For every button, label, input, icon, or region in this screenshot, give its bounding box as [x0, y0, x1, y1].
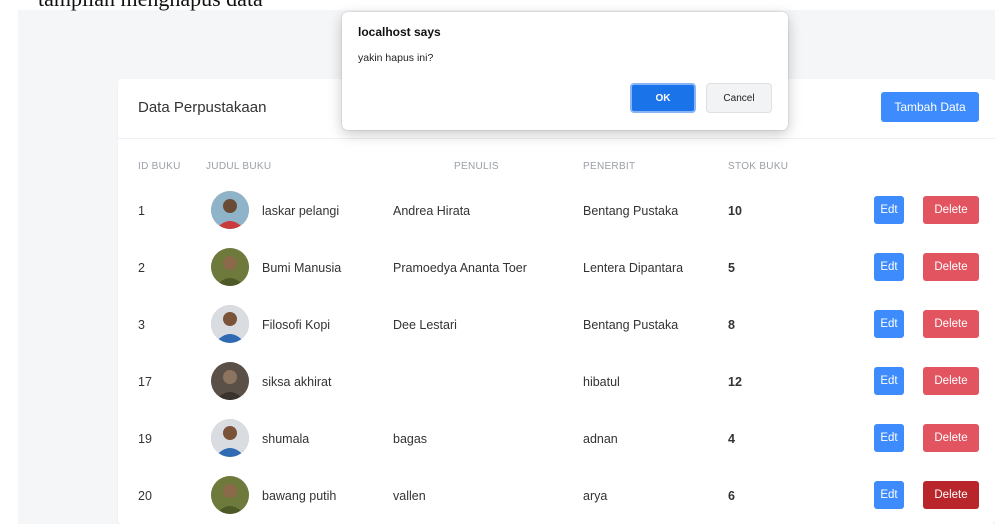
cell-penulis: Pramoedya Ananta Toer	[393, 261, 527, 275]
table-header: ID BUKU JUDUL BUKU PENULIS PENERBIT STOK…	[118, 151, 818, 183]
table-row: 3 Filosofi Kopi Dee Lestari Bentang Pustaka…	[118, 297, 995, 354]
cell-judul-buku: Filosofi Kopi	[262, 318, 331, 332]
table-row: 2 Bumi Manusia Pramoedya Ananta Toer Lenter…	[118, 240, 995, 297]
card-title: Data Perpustakaan	[138, 99, 267, 116]
book-avatar-image	[211, 248, 249, 286]
delete-button[interactable]: Delete	[923, 367, 979, 395]
cell-stok-buku: 5	[728, 261, 735, 275]
edit-button[interactable]: Edt	[874, 196, 904, 224]
cell-stok-buku: 6	[728, 489, 735, 503]
cell-judul-buku: laskar pelangi	[262, 204, 340, 218]
cell-penerbit: adnan	[583, 432, 618, 446]
cell-penerbit: Bentang Pustaka	[583, 204, 679, 218]
cell-judul-buku: Bumi Manusia	[262, 261, 342, 275]
delete-button[interactable]: Delete	[923, 424, 979, 452]
dialog-message: yakin hapus ini?	[358, 52, 434, 64]
add-data-button[interactable]: Tambah Data	[881, 92, 979, 122]
table-row: 20 bawang putih vallen arya 6 Edt Delete	[118, 468, 995, 524]
header-stok-buku: STOK BUKU	[728, 161, 789, 172]
cell-id-buku: 17	[138, 375, 152, 389]
edit-button[interactable]: Edt	[874, 310, 904, 338]
delete-button[interactable]: Delete	[923, 481, 979, 509]
header-judul-buku: JUDUL BUKU	[206, 161, 272, 172]
cell-penerbit: arya	[583, 489, 608, 503]
edit-button[interactable]: Edt	[874, 367, 904, 395]
cell-id-buku: 1	[138, 204, 145, 218]
cell-id-buku: 19	[138, 432, 152, 446]
cell-judul-buku: bawang putih	[262, 489, 337, 503]
image-caption: tampilan menghapus data	[38, 0, 263, 12]
table-row: 1 laskar pelangi Andrea Hirata Bentang Pust…	[118, 183, 995, 240]
book-avatar-image	[211, 419, 249, 457]
table-row: 19 shumala bagas adnan 4 Edt Delete	[118, 411, 995, 468]
delete-button[interactable]: Delete	[923, 310, 979, 338]
cell-penulis: Andrea Hirata	[393, 204, 471, 218]
book-avatar-image	[211, 305, 249, 343]
cell-stok-buku: 8	[728, 318, 735, 332]
header-penulis: PENULIS	[454, 161, 499, 172]
cell-stok-buku: 10	[728, 204, 742, 218]
cell-stok-buku: 12	[728, 375, 742, 389]
book-avatar-image	[211, 191, 249, 229]
cell-penulis: bagas	[393, 432, 428, 446]
cell-id-buku: 2	[138, 261, 145, 275]
cell-penerbit: Lentera Dipantara	[583, 261, 684, 275]
cell-judul-buku: siksa akhirat	[262, 375, 332, 389]
cell-penerbit: Bentang Pustaka	[583, 318, 679, 332]
library-data-card: Data Perpustakaan Tambah Data ID BUKU JU…	[118, 79, 995, 524]
delete-button[interactable]: Delete	[923, 196, 979, 224]
edit-button[interactable]: Edt	[874, 424, 904, 452]
cell-penulis: vallen	[393, 489, 426, 503]
header-penerbit: PENERBIT	[583, 161, 636, 172]
cell-id-buku: 3	[138, 318, 145, 332]
cell-stok-buku: 4	[728, 432, 735, 446]
dialog-cancel-button[interactable]: Cancel	[706, 83, 772, 113]
confirm-dialog: localhost says yakin hapus ini? OK Cance…	[342, 12, 788, 130]
table-row: 17 siksa akhirat hibatul 12 Edt Delete	[118, 354, 995, 411]
book-avatar-image	[211, 362, 249, 400]
cell-id-buku: 20	[138, 489, 152, 503]
dialog-title: localhost says	[358, 25, 441, 39]
dialog-ok-button[interactable]: OK	[630, 83, 696, 113]
edit-button[interactable]: Edt	[874, 253, 904, 281]
book-avatar-image	[211, 476, 249, 514]
header-id-buku: ID BUKU	[138, 161, 181, 172]
edit-button[interactable]: Edt	[874, 481, 904, 509]
cell-judul-buku: shumala	[262, 432, 310, 446]
cell-penulis: Dee Lestari	[393, 318, 457, 332]
cell-penerbit: hibatul	[583, 375, 620, 389]
delete-button[interactable]: Delete	[923, 253, 979, 281]
